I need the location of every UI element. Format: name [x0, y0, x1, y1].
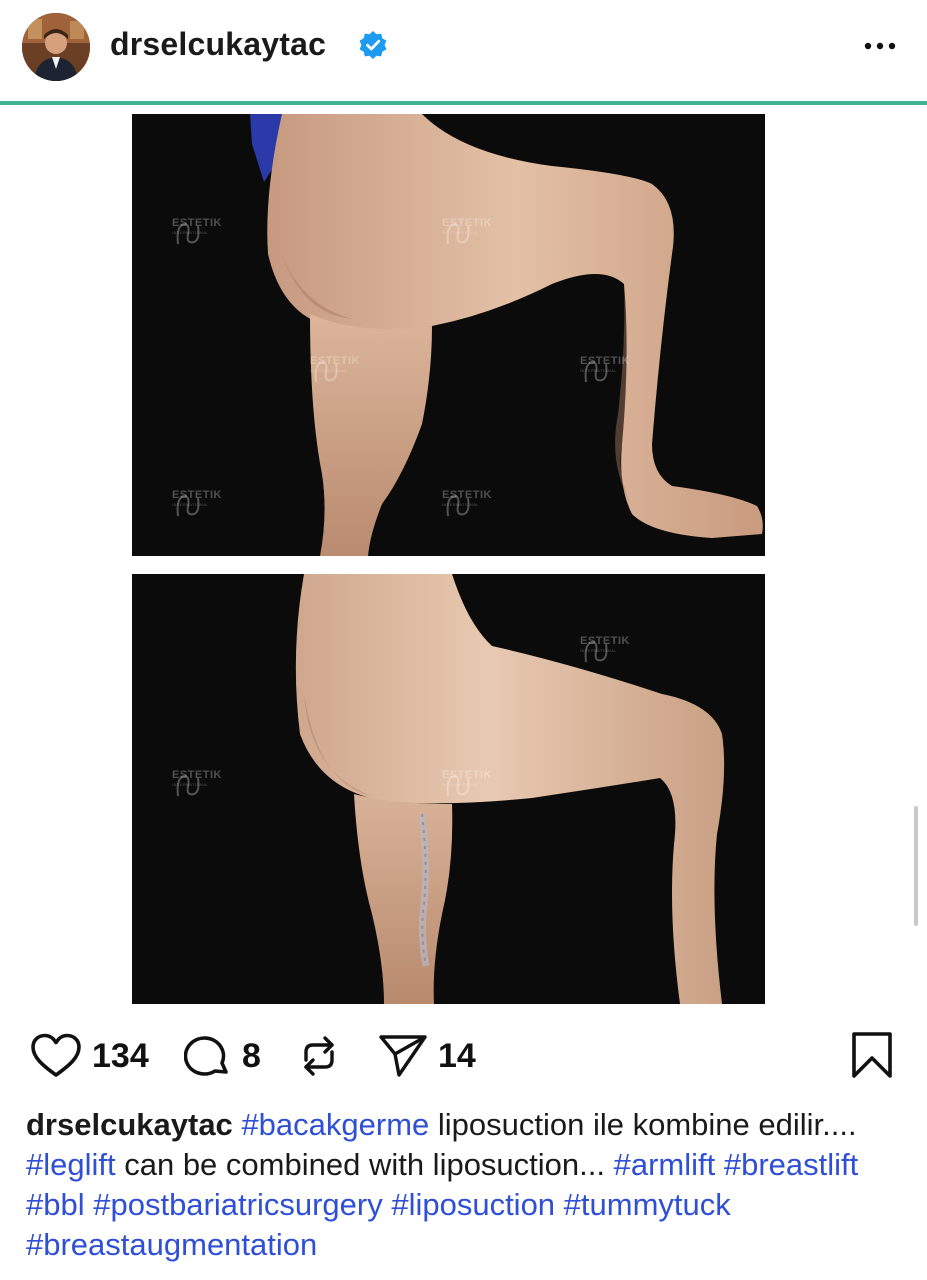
hashtag-link[interactable]: #liposuction: [391, 1187, 555, 1222]
watermark: ESTETIK INTERNATIONAL: [172, 770, 222, 797]
post-username[interactable]: drselcukaytac: [110, 26, 326, 63]
repost-icon: [304, 1036, 334, 1076]
caption-segment: [555, 1187, 564, 1222]
watermark: ESTETIK INTERNATIONAL: [310, 356, 360, 383]
comment-icon: [184, 1036, 228, 1076]
hashtag-link[interactable]: #bbl: [26, 1187, 85, 1222]
share-count: 14: [438, 1036, 476, 1075]
watermark: ESTETIK INTERNATIONAL: [172, 218, 222, 245]
hashtag-link[interactable]: #tummytuck: [564, 1187, 731, 1222]
before-photo[interactable]: ESTETIK INTERNATIONAL ESTETIK INTERNATIONA…: [132, 114, 765, 556]
scrollbar[interactable]: [914, 806, 918, 926]
caption-username[interactable]: drselcukaytac: [26, 1107, 233, 1142]
like-count: 134: [92, 1036, 149, 1075]
watermark: ESTETIK INTERNATIONAL: [580, 636, 630, 663]
after-photo[interactable]: ESTETIK INTERNATIONAL ESTETIK INTERNATIONA…: [132, 574, 765, 1004]
hashtag-link[interactable]: #postbariatricsurgery: [93, 1187, 382, 1222]
hashtag-link[interactable]: #breastaugmentation: [26, 1227, 317, 1262]
caption-segment: liposuction ile kombine edilir....: [429, 1107, 857, 1142]
comment-count: 8: [242, 1036, 261, 1075]
post-header: drselcukaytac: [0, 0, 927, 104]
profile-avatar[interactable]: [22, 13, 90, 81]
like-button[interactable]: 134: [30, 1030, 149, 1082]
hashtag-link[interactable]: #leglift: [26, 1147, 116, 1182]
action-bar: 134 8 14: [0, 1030, 927, 1086]
watermark: ESTETIK INTERNATIONAL: [580, 356, 630, 383]
repost-button[interactable]: [298, 1030, 340, 1082]
comment-button[interactable]: 8: [184, 1030, 261, 1082]
share-button[interactable]: 14: [378, 1030, 476, 1082]
caption-segment: [715, 1147, 724, 1182]
watermark: ESTETIK INTERNATIONAL: [172, 490, 222, 517]
watermark: ESTETIK INTERNATIONAL: [442, 490, 492, 517]
post-caption: drselcukaytac #bacakgerme liposuction il…: [26, 1105, 906, 1265]
hashtag-link[interactable]: #breastlift: [724, 1147, 858, 1182]
caption-segment: can be combined with liposuction...: [115, 1147, 614, 1182]
caption-segment: [85, 1187, 94, 1222]
bookmark-icon[interactable]: [848, 1030, 896, 1082]
hashtag-link[interactable]: #bacakgerme: [241, 1107, 429, 1142]
watermark: ESTETIK INTERNATIONAL: [442, 218, 492, 245]
more-options-icon[interactable]: [858, 30, 902, 62]
hashtag-link[interactable]: #armlift: [614, 1147, 716, 1182]
header-divider: [0, 101, 927, 105]
heart-icon: [31, 1033, 81, 1077]
send-icon: [379, 1035, 427, 1077]
watermark: ESTETIK INTERNATIONAL: [442, 770, 492, 797]
verified-badge-icon: [359, 31, 387, 59]
